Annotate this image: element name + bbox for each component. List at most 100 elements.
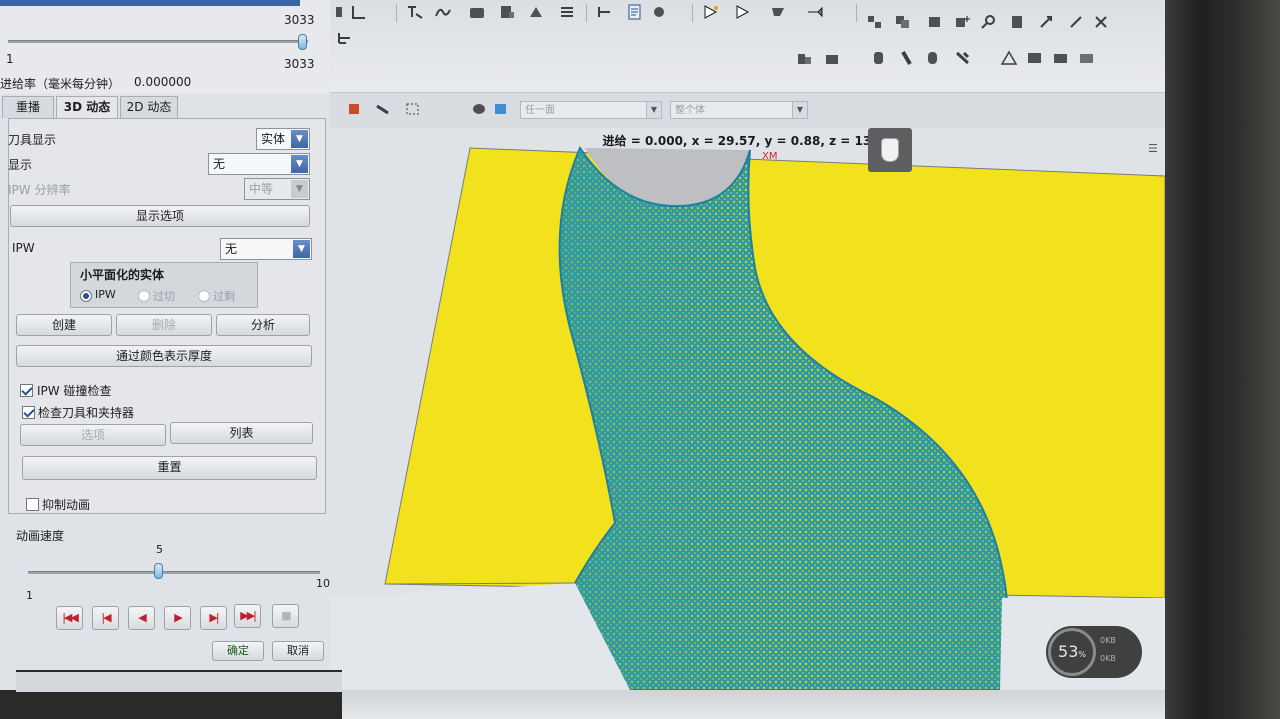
play-forward-button[interactable]: ▶ [164, 606, 191, 630]
cube-icon[interactable] [492, 101, 510, 117]
close-icon[interactable] [1092, 14, 1110, 30]
upload-speed: 0KB [1100, 636, 1116, 645]
triangle-icon[interactable] [1000, 50, 1018, 66]
delete-button[interactable]: 删除 [116, 314, 212, 336]
group-icon[interactable] [1008, 14, 1026, 30]
speed-min-label: 1 [26, 589, 33, 602]
tab-3d-dynamic[interactable]: 3D 动态 [56, 96, 118, 119]
display-options-button[interactable]: 显示选项 [10, 205, 310, 227]
download-speed: 0KB [1100, 654, 1116, 663]
list-button[interactable]: 列表 [170, 422, 313, 444]
tool-display-select[interactable]: 实体 ▼ [256, 128, 310, 150]
step-slider-thumb[interactable] [298, 34, 307, 50]
suppress-animation-checkbox[interactable] [26, 498, 39, 511]
stock-icon[interactable] [824, 50, 842, 66]
play-back-button[interactable]: ◀ [128, 606, 155, 630]
layers-icon[interactable] [1052, 50, 1070, 66]
arrow-icon[interactable] [1068, 14, 1086, 30]
list-icon[interactable] [558, 4, 576, 20]
sphere-icon[interactable] [470, 101, 488, 117]
wrench-icon[interactable] [954, 50, 972, 66]
create-button[interactable]: 创建 [16, 314, 112, 336]
radio-overcut[interactable] [138, 290, 150, 302]
feed-rate-value: 0.000000 [134, 75, 192, 89]
transform-icon[interactable] [866, 14, 884, 30]
select-box-icon[interactable] [404, 101, 422, 117]
face-filter-select[interactable]: 任一面 ▼ [520, 101, 662, 119]
operation-icon[interactable] [406, 4, 424, 20]
sequence-icon[interactable] [434, 4, 452, 20]
ipw-resolution-select[interactable]: 中等 ▼ [244, 178, 310, 200]
document-icon[interactable] [626, 4, 644, 20]
generate-icon[interactable] [702, 4, 720, 20]
sim-icon[interactable] [796, 50, 814, 66]
step-back-button[interactable]: |◀ [92, 606, 119, 630]
copy-icon[interactable] [894, 14, 912, 30]
block-icon[interactable] [1026, 50, 1044, 66]
cylinder-icon[interactable] [870, 50, 888, 66]
move-icon[interactable] [1038, 14, 1056, 30]
axis-icon[interactable] [350, 4, 368, 20]
analyze-button[interactable]: 分析 [216, 314, 310, 336]
edit-icon[interactable] [926, 14, 944, 30]
display-select[interactable]: 无 ▼ [208, 153, 310, 175]
sort-icon[interactable] [336, 30, 354, 46]
view-menu-icon[interactable]: ☰ [1148, 142, 1162, 155]
replay-icon[interactable] [734, 4, 752, 20]
method-icon[interactable] [596, 4, 614, 20]
add-icon[interactable] [954, 14, 972, 30]
skip-to-start-button[interactable]: |◀◀ [56, 606, 83, 630]
snap-icon[interactable] [346, 101, 364, 117]
graphics-viewport[interactable] [330, 128, 1165, 690]
ok-button[interactable]: 确定 [212, 641, 264, 661]
verify-icon[interactable] [770, 4, 788, 20]
geometry-icon[interactable] [528, 4, 546, 20]
post-process-icon[interactable] [806, 4, 824, 20]
facet-group-title: 小平面化的实体 [80, 268, 165, 282]
search-icon[interactable] [980, 14, 998, 30]
settings-icon[interactable] [1078, 50, 1096, 66]
radio-ipw[interactable] [80, 290, 92, 302]
speed-slider-track[interactable] [28, 571, 320, 574]
program-icon[interactable] [498, 4, 516, 20]
check-tool-holder-checkbox[interactable] [22, 406, 35, 419]
step-slider-track[interactable] [8, 40, 308, 43]
toolbar [330, 0, 1165, 92]
separator [692, 4, 693, 22]
separator [396, 4, 397, 22]
display-label: 显示 [8, 158, 33, 172]
feed-rate-label: 进给率（毫米每分钟） [0, 77, 121, 91]
speed-max-label: 10 [316, 577, 330, 590]
axis-label: XM [762, 151, 778, 162]
machine-icon[interactable] [468, 4, 486, 20]
tab-2d-dynamic[interactable]: 2D 动态 [120, 96, 178, 118]
stop-button[interactable]: ■ [272, 604, 299, 628]
tool-display-label: 刀具显示 [8, 133, 57, 147]
tool-holder-icon[interactable] [898, 50, 916, 66]
measure-icon[interactable] [374, 101, 392, 117]
ipw-label: IPW [12, 241, 35, 255]
suppress-animation-label: 抑制动画 [42, 498, 91, 512]
options-button[interactable]: 选项 [20, 424, 166, 446]
tab-replay[interactable]: 重播 [2, 96, 54, 118]
separator [856, 4, 857, 22]
tool-display-widget[interactable] [868, 128, 912, 172]
ipw-collision-checkbox[interactable] [20, 384, 33, 397]
radio-excess[interactable] [198, 290, 210, 302]
cpu-gauge: 53% [1048, 628, 1096, 676]
cancel-button[interactable]: 取消 [272, 641, 324, 661]
tool-path-icon[interactable] [652, 4, 670, 20]
thickness-color-button[interactable]: 通过颜色表示厚度 [16, 345, 312, 367]
skip-to-end-button[interactable]: ▶▶| [234, 604, 261, 628]
check-tool-holder-label: 检查刀具和夹持器 [38, 406, 135, 420]
reset-button[interactable]: 重置 [22, 456, 317, 480]
animation-speed-label: 动画速度 [16, 529, 65, 543]
step-forward-button[interactable]: ▶| [200, 606, 227, 630]
radio-overcut-label: 过切 [153, 290, 175, 303]
drill-icon[interactable] [924, 50, 942, 66]
panel-header: 3033 1 3033 进给率（毫米每分钟） 0.000000 [0, 0, 330, 96]
speed-slider-thumb[interactable] [154, 563, 163, 579]
body-filter-select[interactable]: 整个体 ▼ [670, 101, 808, 119]
ipw-select[interactable]: 无 ▼ [220, 238, 312, 260]
selection-toolbar: 任一面 ▼ 整个体 ▼ [330, 92, 1165, 129]
